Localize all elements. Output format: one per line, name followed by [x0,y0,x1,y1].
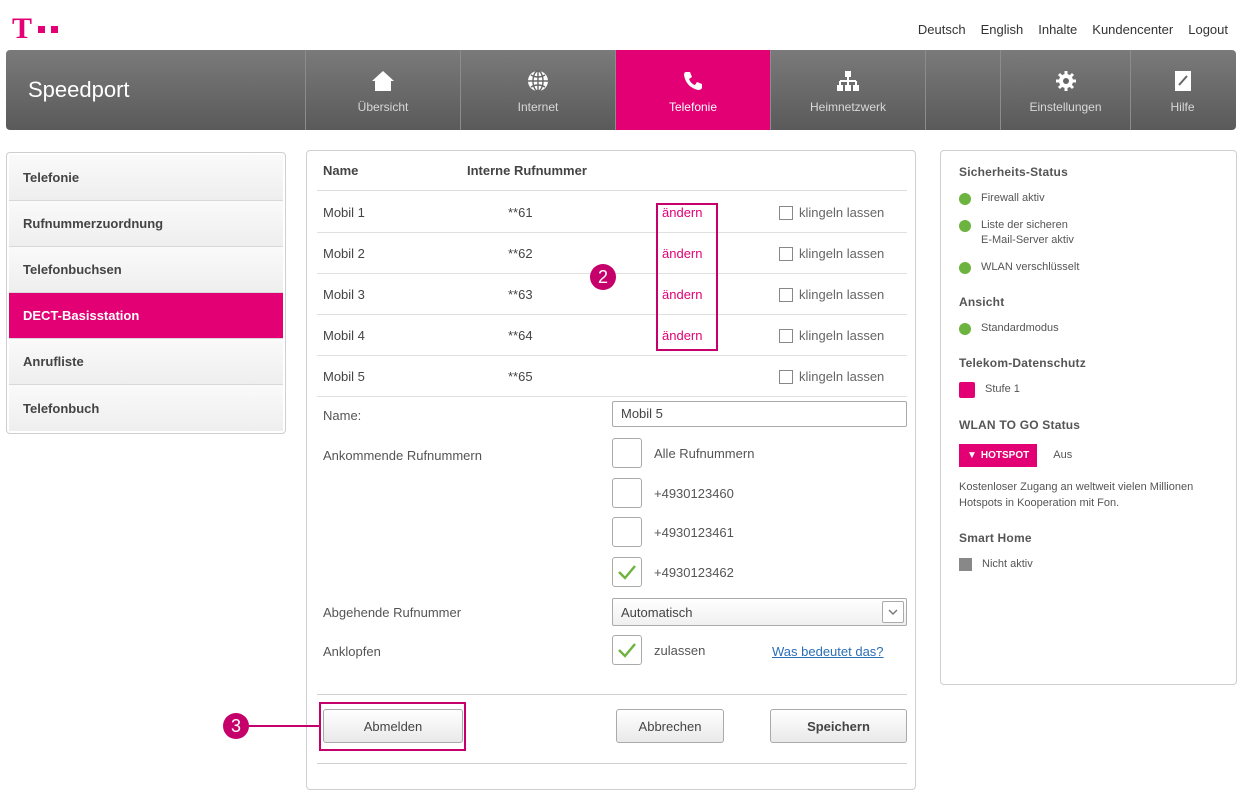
privacy-user-icon [959,382,975,398]
link-logout[interactable]: Logout [1188,22,1228,37]
table-row: Mobil 4 **64 ändern klingeln lassen [317,315,907,356]
nav-internet[interactable]: Internet [461,50,616,130]
incoming-option-2[interactable]: +4930123461 [612,517,734,547]
hotspot-status[interactable]: ▼ HOTSPOT Aus [959,444,1218,467]
ring-checkbox[interactable]: klingeln lassen [779,328,884,343]
incoming-option-3[interactable]: +4930123462 [612,557,734,587]
gear-icon [1054,66,1078,96]
table-row: Mobil 1 **61 ändern klingeln lassen [317,192,907,233]
checkbox-checked[interactable] [612,635,642,665]
checkbox[interactable] [612,438,642,468]
wifi-icon: ▼ [967,450,977,461]
name-input[interactable]: Mobil 5 [612,401,907,427]
view-title: Ansicht [959,295,1005,309]
status-ok-icon [959,193,971,205]
help-link[interactable]: Was bedeutet das? [772,644,884,659]
ring-checkbox[interactable]: klingeln lassen [779,246,884,261]
brand-title: Speedport [6,50,306,130]
network-icon [835,66,861,96]
link-inhalte[interactable]: Inhalte [1038,22,1077,37]
link-deutsch[interactable]: Deutsch [918,22,966,37]
sidebar-item-anrufliste[interactable]: Anrufliste [9,339,283,385]
view-mode[interactable]: Standardmodus [959,321,1218,336]
sidebar-item-telefonbuch[interactable]: Telefonbuch [9,385,283,431]
privacy-title: Telekom-Datenschutz [959,356,1086,370]
telekom-t-icon: T [12,12,33,45]
column-name: Name [323,163,359,178]
checkmark-icon [618,565,636,580]
status-panel: Sicherheits-Status Firewall aktiv Liste … [940,150,1237,685]
incoming-option-1[interactable]: +4930123460 [612,478,734,508]
handset-number: **63 [508,287,533,302]
hotspot-description: Kostenloser Zugang an weltweit vielen Mi… [959,481,1194,509]
link-english[interactable]: English [981,22,1024,37]
sidebar-item-dect-basisstation[interactable]: DECT-Basisstation [9,293,283,339]
top-links: Deutsch English Inhalte Kundencenter Log… [918,22,1228,37]
handset-name: Mobil 2 [323,246,365,261]
wlan-to-go-title: WLAN TO GO Status [959,418,1081,432]
nav-telefonie[interactable]: Telefonie [616,50,771,130]
handset-name: Mobil 5 [323,369,365,384]
ring-checkbox[interactable]: klingeln lassen [779,287,884,302]
smarthome-icon [959,558,972,571]
link-kundencenter[interactable]: Kundencenter [1092,22,1173,37]
cancel-button[interactable]: Abbrechen [616,709,724,743]
globe-icon [526,66,550,96]
outgoing-number-select[interactable]: Automatisch [612,598,907,626]
telekom-logo: T [12,12,59,45]
nav-einstellungen[interactable]: Einstellungen [1001,50,1131,130]
callout-marker-2: 2 [590,264,616,290]
checkmark-icon [618,643,636,658]
save-button[interactable]: Speichern [770,709,907,743]
name-label: Name: [323,408,362,423]
handset-name: Mobil 4 [323,328,365,343]
status-wlan: WLAN verschlüsselt [959,260,1218,275]
handset-number: **64 [508,328,533,343]
handset-number: **65 [508,369,533,384]
call-waiting-label: Anklopfen [323,644,381,659]
help-icon [1173,66,1193,96]
nav-hilfe[interactable]: Hilfe [1131,50,1234,130]
security-status-title: Sicherheits-Status [959,165,1068,179]
smarthome-title: Smart Home [959,531,1032,545]
incoming-numbers-label: Ankommende Rufnummern [323,448,482,463]
nav-heimnetzwerk[interactable]: Heimnetzwerk [771,50,926,130]
sidebar-item-telefonbuchsen[interactable]: Telefonbuchsen [9,247,283,293]
main-nav: Speedport Übersicht Internet Telefonie H… [6,50,1236,130]
checkbox[interactable] [612,478,642,508]
handset-name: Mobil 1 [323,205,365,220]
nav-uebersicht[interactable]: Übersicht [306,50,461,130]
change-links-highlight [656,203,718,351]
incoming-option-all[interactable]: Alle Rufnummern [612,438,754,468]
status-ok-icon [959,220,971,232]
status-mail: Liste der sicheren E-Mail-Server aktiv [959,218,1218,248]
hotspot-badge: ▼ HOTSPOT [959,444,1038,467]
callout-marker-3: 3 [223,713,249,739]
table-header: Name Interne Rufnummer [317,151,907,191]
call-waiting-option[interactable]: zulassen [612,635,705,665]
ring-checkbox[interactable]: klingeln lassen [779,205,884,220]
smarthome-status: Nicht aktiv [959,557,1218,572]
checkbox-checked[interactable] [612,557,642,587]
sidebar: Telefonie Rufnummerzuordnung Telefonbuch… [6,152,286,434]
sidebar-item-rufnummerzuordnung[interactable]: Rufnummerzuordnung [9,201,283,247]
outgoing-number-label: Abgehende Rufnummer [323,605,462,620]
column-internal-number: Interne Rufnummer [467,163,587,178]
handset-number: **62 [508,246,533,261]
handset-number: **61 [508,205,533,220]
chevron-down-icon [882,601,904,623]
phone-icon [681,66,705,96]
checkbox[interactable] [612,517,642,547]
sidebar-item-telefonie[interactable]: Telefonie [9,155,283,201]
ring-checkbox[interactable]: klingeln lassen [779,369,884,384]
dect-main-panel: Name Interne Rufnummer Mobil 1 **61 ände… [306,150,916,790]
privacy-level[interactable]: Stufe 1 [959,382,1218,398]
handset-name: Mobil 3 [323,287,365,302]
status-ok-icon [959,323,971,335]
table-row: Mobil 5 **65 klingeln lassen [317,356,907,397]
status-firewall: Firewall aktiv [959,191,1218,206]
status-ok-icon [959,262,971,274]
home-icon [370,66,396,96]
logout-button-highlight [319,702,466,751]
